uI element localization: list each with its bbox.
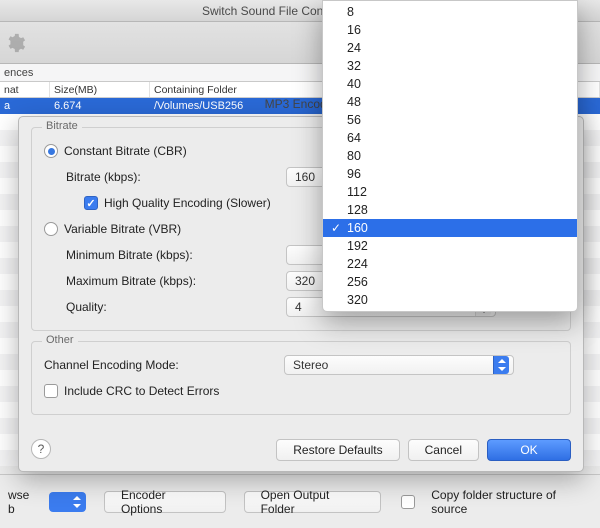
min-bitrate-label: Minimum Bitrate (kbps): [66,248,286,262]
bitrate-option[interactable]: 64 [323,129,577,147]
max-bitrate-label: Maximum Bitrate (kbps): [66,274,286,288]
bitrate-option[interactable]: 56 [323,111,577,129]
hq-encoding-checkbox[interactable] [84,196,98,210]
bitrate-dropdown[interactable]: 8162432404856648096112128160192224256320 [322,0,578,312]
other-group-label: Other [42,334,78,346]
bitrate-label: Bitrate (kbps): [66,170,286,184]
bitrate-option[interactable]: 320 [323,291,577,309]
encoder-options-button[interactable]: Encoder Options [104,491,226,513]
browse-label: wse b [8,488,39,516]
hq-encoding-label: High Quality Encoding (Slower) [104,196,271,210]
channel-mode-label: Channel Encoding Mode: [44,358,284,372]
bitrate-option[interactable]: 32 [323,57,577,75]
bitrate-group-label: Bitrate [42,120,82,132]
bitrate-option[interactable]: 192 [323,237,577,255]
ok-button[interactable]: OK [487,439,571,461]
cancel-button[interactable]: Cancel [408,439,479,461]
vbr-radio[interactable] [44,222,58,236]
bitrate-option[interactable]: 96 [323,165,577,183]
open-output-folder-button[interactable]: Open Output Folder [244,491,382,513]
bottom-bar: wse b Encoder Options Open Output Folder… [0,474,600,528]
cbr-label: Constant Bitrate (CBR) [64,144,187,158]
bitrate-option[interactable]: 40 [323,75,577,93]
bitrate-option[interactable]: 8 [323,3,577,21]
output-format-select[interactable] [49,492,86,512]
restore-defaults-button[interactable]: Restore Defaults [276,439,399,461]
bitrate-option[interactable]: 112 [323,183,577,201]
col-format[interactable]: nat [0,82,50,97]
vbr-label: Variable Bitrate (VBR) [64,222,181,236]
bitrate-option[interactable]: 24 [323,39,577,57]
bitrate-option[interactable]: 224 [323,255,577,273]
crc-label: Include CRC to Detect Errors [64,384,219,398]
cbr-radio[interactable] [44,144,58,158]
copy-structure-checkbox[interactable] [401,495,415,509]
chevron-updown-icon [493,356,509,374]
help-button[interactable]: ? [31,439,51,459]
bitrate-option[interactable]: 80 [323,147,577,165]
bitrate-option[interactable]: 256 [323,273,577,291]
bitrate-option[interactable]: 160 [323,219,577,237]
bitrate-option[interactable]: 48 [323,93,577,111]
bitrate-option[interactable]: 128 [323,201,577,219]
copy-structure-label: Copy folder structure of source [431,488,592,516]
crc-checkbox[interactable] [44,384,58,398]
col-size[interactable]: Size(MB) [50,82,150,97]
bitrate-option[interactable]: 16 [323,21,577,39]
channel-mode-select[interactable]: Stereo [284,355,514,375]
other-group: Other Channel Encoding Mode: Stereo Incl… [31,341,571,415]
quality-label: Quality: [66,300,286,314]
gear-icon [4,32,26,54]
